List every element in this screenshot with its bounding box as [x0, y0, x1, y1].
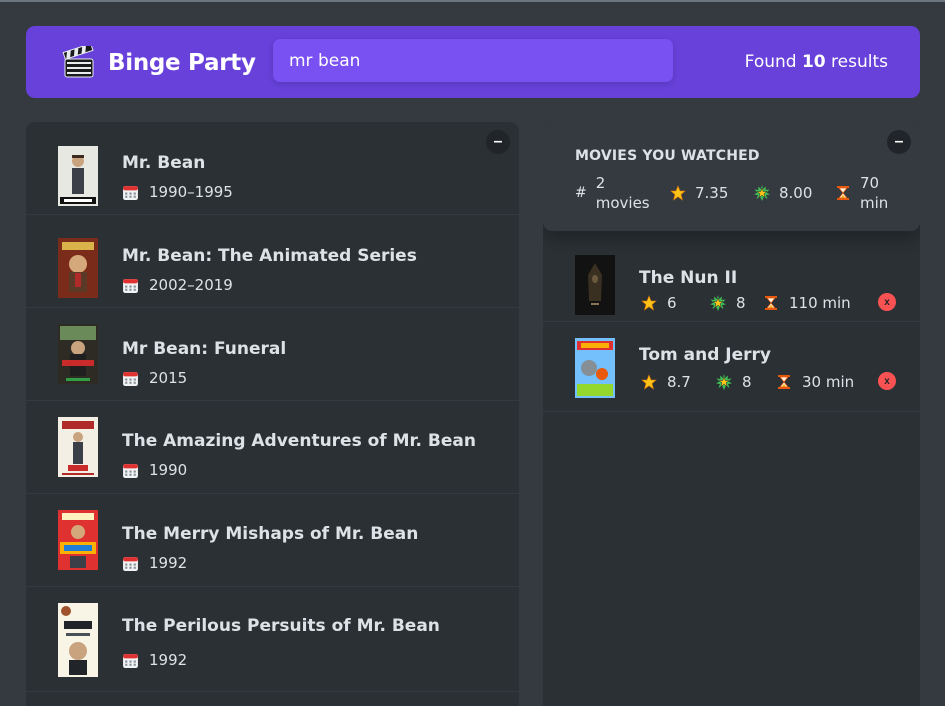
movie-list-item[interactable]: The Merry Mishaps of Mr. Bean 1992 [26, 494, 519, 587]
summary-user-value: 8.00 [779, 184, 813, 202]
movie-year: 1990–1995 [149, 183, 233, 201]
results-count: Found 10 results [745, 52, 888, 72]
app-title: Binge Party [108, 50, 256, 76]
movie-title: Mr. Bean: The Animated Series [122, 246, 417, 266]
movie-title: The Merry Mishaps of Mr. Bean [122, 524, 419, 544]
watched-stats: 6 8 110 min [641, 294, 851, 312]
movie-year: 1992 [149, 651, 188, 669]
summary-runtime: 70 min [835, 173, 888, 213]
hash-icon: # [575, 185, 587, 201]
movie-year-line: 1990–1995 [122, 183, 233, 201]
search-results-box: – Mr. Bean 1990–1995 Mr. Bean: The Anima… [26, 122, 519, 706]
summary-avg-user: 8.00 [754, 184, 812, 202]
clapperboard-icon [62, 46, 94, 78]
delete-watched-button[interactable]: x [878, 293, 896, 311]
glowing-star-icon [716, 374, 732, 390]
movie-poster [58, 146, 98, 206]
navbar: Binge Party Found 10 results [26, 26, 920, 98]
movie-poster [575, 338, 615, 398]
results-prefix: Found [744, 52, 802, 72]
delete-watched-button[interactable]: x [878, 372, 896, 390]
movie-year-line: 1990 [122, 461, 187, 479]
star-icon [641, 295, 657, 311]
watched-runtime: 110 min [763, 294, 851, 312]
watched-runtime: 30 min [776, 373, 854, 391]
calendar-icon [123, 556, 138, 571]
movie-year-line: 1992 [122, 651, 187, 669]
movie-title: Mr. Bean [122, 153, 206, 173]
watched-title: Tom and Jerry [639, 345, 772, 365]
watched-stats: 8.7 8 30 min [641, 373, 854, 391]
collapse-results-button[interactable]: – [486, 130, 510, 154]
summary-count-unit: movies [595, 194, 650, 212]
watched-runtime-value: 110 min [789, 294, 851, 312]
summary-heading: MOVIES YOU WATCHED [575, 148, 760, 164]
star-icon [670, 185, 686, 201]
summary-movie-count: # 2 movies [575, 173, 650, 213]
watched-user-rating: 8 [710, 294, 763, 312]
watched-imdb-rating: 6 [641, 294, 710, 312]
movie-year-line: 2002–2019 [122, 276, 233, 294]
movie-year: 1992 [149, 554, 188, 572]
movie-year: 1990 [149, 461, 188, 479]
watched-box: MOVIES YOU WATCHED # 2 movies 7.35 8.00 7… [543, 122, 920, 706]
hourglass-icon [765, 296, 777, 310]
watched-user-value: 8 [736, 294, 746, 312]
glowing-star-icon [754, 185, 770, 201]
calendar-icon [123, 185, 138, 200]
watched-list-item[interactable]: The Nun II 6 8 110 min x [543, 231, 920, 322]
movie-year-line: 2015 [122, 369, 187, 387]
movie-poster [58, 603, 98, 677]
glowing-star-icon [710, 295, 726, 311]
summary-runtime-text: 70 min [860, 173, 888, 213]
movie-year: 2015 [149, 369, 188, 387]
movie-poster [58, 238, 98, 298]
star-icon [641, 374, 657, 390]
summary-runtime-number: 70 [860, 174, 880, 192]
movie-title: Mr Bean: Funeral [122, 339, 287, 359]
calendar-icon [123, 463, 138, 478]
movie-list-item[interactable]: Mr. Bean: The Animated Series 2002–2019 [26, 215, 519, 308]
collapse-watched-button[interactable]: – [887, 130, 911, 154]
movie-poster [58, 510, 98, 570]
watched-imdb-value: 8.7 [667, 373, 691, 391]
movie-list-item[interactable]: Mr. Bean 1990–1995 [26, 122, 519, 215]
watched-imdb-value: 6 [667, 294, 677, 312]
hourglass-icon [778, 375, 790, 389]
calendar-icon [123, 653, 138, 668]
summary-count-number: 2 [595, 174, 606, 192]
calendar-icon [123, 278, 138, 293]
summary-avg-imdb: 7.35 [670, 184, 728, 202]
movie-list-item[interactable]: The Amazing Adventures of Mr. Bean 1990 [26, 401, 519, 494]
movie-poster [575, 255, 615, 315]
watched-imdb-rating: 8.7 [641, 373, 716, 391]
movie-year: 2002–2019 [149, 276, 233, 294]
results-number: 10 [801, 52, 826, 72]
summary-imdb-value: 7.35 [695, 184, 729, 202]
watched-user-rating: 8 [716, 373, 776, 391]
calendar-icon [123, 371, 138, 386]
window-top-border [0, 0, 945, 2]
hourglass-icon [837, 186, 849, 200]
movie-title: The Perilous Persuits of Mr. Bean [122, 616, 440, 636]
watched-title: The Nun II [639, 268, 738, 288]
movie-list-item[interactable]: The Perilous Persuits of Mr. Bean 1992 [26, 587, 519, 692]
results-suffix: results [825, 52, 888, 72]
watched-summary: MOVIES YOU WATCHED # 2 movies 7.35 8.00 7… [543, 122, 920, 231]
movie-list: Mr. Bean 1990–1995 Mr. Bean: The Animate… [26, 122, 519, 692]
movie-year-line: 1992 [122, 554, 187, 572]
search-input[interactable] [273, 39, 673, 82]
movie-poster [58, 324, 98, 384]
watched-list-item[interactable]: Tom and Jerry 8.7 8 30 min x [543, 322, 920, 412]
logo: Binge Party [62, 46, 256, 80]
movie-poster [58, 417, 98, 477]
summary-runtime-unit: min [860, 194, 889, 212]
watched-runtime-value: 30 min [802, 373, 855, 391]
movie-title: The Amazing Adventures of Mr. Bean [122, 431, 476, 451]
summary-count-text: 2 movies [596, 173, 650, 213]
watched-user-value: 8 [742, 373, 752, 391]
movie-list-item[interactable]: Mr Bean: Funeral 2015 [26, 308, 519, 401]
